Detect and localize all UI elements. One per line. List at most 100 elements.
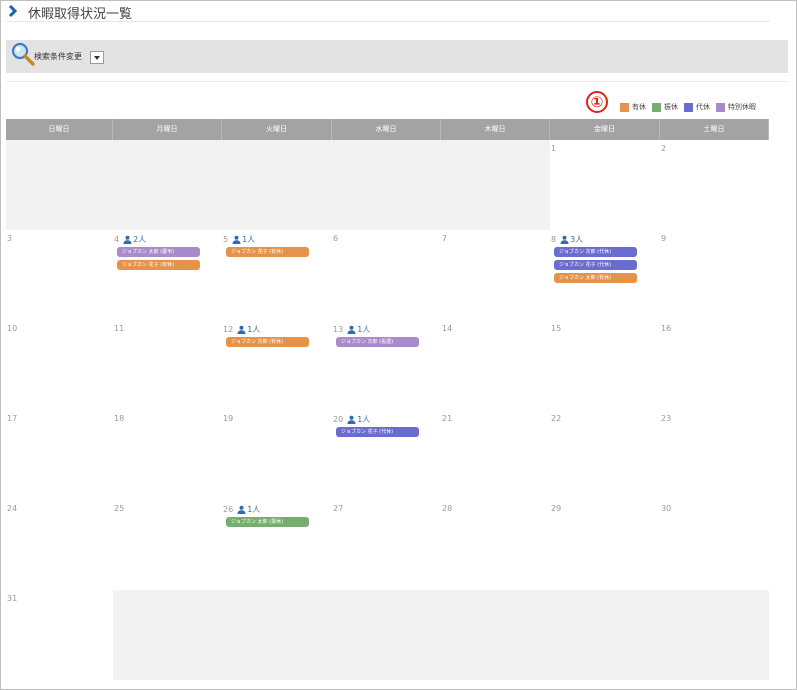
calendar-day-cell[interactable]: 25 [113,500,222,590]
calendar-day-cell[interactable]: 20 1人 ジョブカン 花子 (代休) [332,410,441,500]
event-list: ジョブカン 次郎 (代休) ジョブカン 花子 (代休) ジョブカン 太郎 (有休) [554,247,637,286]
person-icon [123,235,132,244]
calendar-day-cell[interactable]: 6 [332,230,441,320]
calendar-week-row: 24 25 26 1人 ジョブカン 太郎 (振休) 27 28 29 30 [6,500,769,590]
day-number: 5 [223,235,229,244]
day-number: 14 [442,324,453,333]
calendar-day-cell[interactable]: 16 [660,320,769,410]
calendar-day-cell[interactable]: 21 [441,410,550,500]
leave-event-chip[interactable]: ジョブカン 太郎 (慶弔) [117,247,200,257]
day-number-label: 6 [333,234,338,243]
absence-count-text: 1人 [242,235,256,244]
calendar-day-cell[interactable]: 22 [550,410,660,500]
calendar-day-cell[interactable]: 13 1人 ジョブカン 次郎 (看護) [332,320,441,410]
day-number: 12 [223,325,234,334]
absence-count[interactable]: 1人 [237,504,260,515]
calendar-day-cell[interactable]: 31 [6,590,113,680]
calendar-day-cell[interactable]: 17 [6,410,113,500]
day-number: 9 [661,234,667,243]
weekday-header-row: 日曜日 月曜日 火曜日 水曜日 木曜日 金曜日 土曜日 [6,119,769,140]
calendar-week-row: 10 11 12 1人 ジョブカン 次郎 (有休) 13 1人 ジョブカン 次郎 (看護) 14… [6,320,769,410]
absence-count[interactable]: 1人 [232,234,255,245]
calendar-day-cell[interactable]: 28 [441,500,550,590]
absence-count[interactable]: 1人 [347,414,370,425]
calendar-week-row: 17 18 19 20 1人 ジョブカン 花子 (代休) 21 22 23 [6,410,769,500]
weekday-header: 火曜日 [222,119,332,140]
day-number: 1 [551,144,557,153]
calendar-day-cell[interactable]: 9 [660,230,769,320]
calendar-day-empty [332,590,441,680]
calendar-day-cell[interactable]: 26 1人ジョブカン 太郎 (振休) [222,500,332,590]
calendar-day-cell[interactable]: 7 [441,230,550,320]
page-title: 休暇取得状況一覧 [28,7,133,22]
day-number: 28 [442,504,453,513]
calendar-day-cell[interactable]: 29 [550,500,660,590]
day-number: 11 [114,324,125,333]
legend-label: 特別休暇 [728,103,756,111]
calendar-day-cell[interactable]: 30 [660,500,769,590]
day-number-label: 14 [442,324,452,333]
search-conditions-dropdown-button[interactable] [90,51,104,64]
day-number-label: 27 [333,504,343,513]
absence-count[interactable]: 2人 [123,234,146,245]
legend-item: 代休 [684,102,710,112]
leave-event-chip[interactable]: ジョブカン 次郎 (代休) [554,247,637,257]
event-list: ジョブカン 太郎 (慶弔) ジョブカン 花子 (有休) [117,247,200,273]
day-number-label: 28 [442,504,452,513]
calendar-day-cell[interactable]: 23 [660,410,769,500]
calendar-day-cell[interactable]: 1 [550,140,660,230]
legend-swatch [684,102,693,112]
absence-count-text: 1人 [357,325,371,334]
leave-event-chip[interactable]: ジョブカン 次郎 (看護) [336,337,419,347]
event-list: ジョブカン 次郎 (有休) [226,337,309,350]
calendar-day-cell[interactable]: 11 [113,320,222,410]
calendar-day-cell[interactable]: 10 [6,320,113,410]
day-number-label: 21 [442,414,452,423]
day-number: 31 [7,594,18,603]
day-number-label: 11 [114,324,124,333]
calendar-day-cell[interactable]: 18 [113,410,222,500]
day-number-label: 4 2人 [114,234,146,245]
calendar-day-empty [332,140,441,230]
day-number-label: 24 [7,504,17,513]
day-number-label: 5 1人 [223,234,255,245]
person-icon [347,415,356,424]
calendar-day-cell[interactable]: 19 [222,410,332,500]
leave-event-chip[interactable]: ジョブカン 花子 (有休) [226,247,309,257]
day-number-label: 1 [551,144,556,153]
calendar-day-cell[interactable]: 14 [441,320,550,410]
calendar-day-cell[interactable]: 8 3人 ジョブカン 次郎 (代休) ジョブカン 花子 (代休) ジョブカン 太郎 (有… [550,230,660,320]
absence-count[interactable]: 1人 [347,324,370,335]
absence-count[interactable]: 3人 [560,234,583,245]
day-number: 18 [114,414,125,423]
calendar-day-cell[interactable]: 12 1人ジョブカン 次郎 (有休) [222,320,332,410]
leave-event-chip[interactable]: ジョブカン 太郎 (振休) [226,517,309,527]
day-number-label: 22 [551,414,561,423]
day-number-label: 3 [7,234,12,243]
search-icon[interactable] [9,41,37,69]
day-number: 21 [442,414,453,423]
leave-event-chip[interactable]: ジョブカン 太郎 (有休) [554,273,637,283]
calendar-day-cell[interactable]: 4 2人ジョブカン 太郎 (慶弔) ジョブカン 花子 (有休) [113,230,222,320]
calendar-day-cell[interactable]: 15 [550,320,660,410]
calendar-day-empty [113,590,222,680]
day-number-label: 7 [442,234,447,243]
calendar-day-cell[interactable]: 5 1人ジョブカン 花子 (有休) [222,230,332,320]
day-number-label: 2 [661,144,666,153]
leave-event-chip[interactable]: ジョブカン 次郎 (有休) [226,337,309,347]
calendar-day-cell[interactable]: 27 [332,500,441,590]
weekday-header: 金曜日 [550,119,660,140]
leave-event-chip[interactable]: ジョブカン 花子 (有休) [117,260,200,270]
absence-count[interactable]: 1人 [237,324,260,335]
calendar-day-cell[interactable]: 2 [660,140,769,230]
leave-event-chip[interactable]: ジョブカン 花子 (代休) [336,427,419,437]
person-icon [347,325,356,334]
search-conditions-link[interactable]: 検索条件変更 [34,51,82,62]
calendar-day-cell[interactable]: 24 [6,500,113,590]
day-number-label: 26 1人 [223,504,260,515]
leave-event-chip[interactable]: ジョブカン 花子 (代休) [554,260,637,270]
day-number-label: 30 [661,504,671,513]
day-number: 29 [551,504,562,513]
calendar-day-cell[interactable]: 3 [6,230,113,320]
day-number-label: 29 [551,504,561,513]
